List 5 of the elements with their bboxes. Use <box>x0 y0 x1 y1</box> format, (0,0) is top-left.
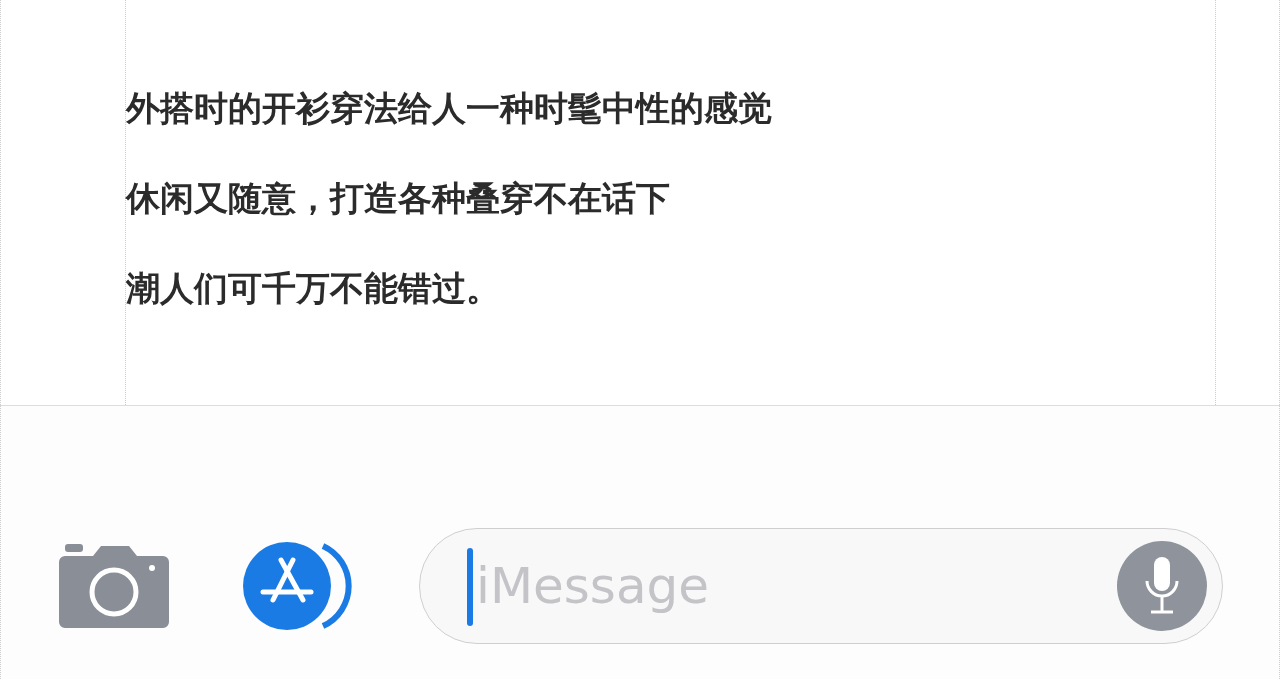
text-line: 休闲又随意，打造各种叠穿不在话下 <box>126 177 671 219</box>
text-line: 外搭时的开衫穿法给人一种时髦中性的感觉 <box>126 88 773 129</box>
microphone-icon <box>1145 556 1179 615</box>
text-line: 潮人们可千万不能错过。 <box>126 267 501 309</box>
camera-icon[interactable] <box>59 543 169 628</box>
